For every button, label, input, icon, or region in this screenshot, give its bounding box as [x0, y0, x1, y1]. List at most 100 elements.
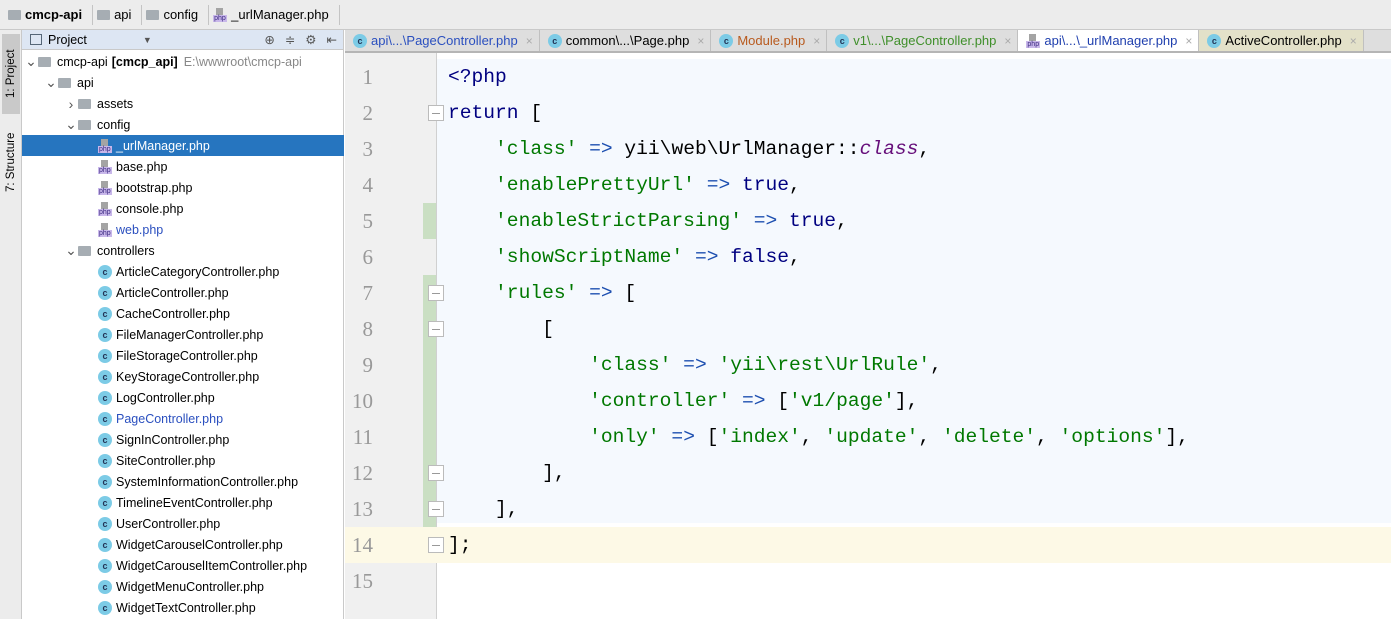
chevron-down-icon[interactable]: ⌄ [64, 116, 78, 133]
tree-item-label: _urlManager.php [116, 138, 210, 153]
code-editor[interactable]: 1 <?php 2 return [3 'class' => yii\web\UrlM… [345, 53, 1391, 619]
breadcrumb-item[interactable]: _urlManager.php [213, 4, 340, 25]
code-token: , [836, 210, 848, 232]
editor-tab[interactable]: c common\...\Page.php × [540, 30, 712, 51]
close-icon[interactable]: × [813, 34, 820, 48]
class-icon: c [1207, 33, 1222, 48]
code-token: 'options' [1059, 426, 1166, 448]
editor-tab[interactable]: c Module.php × [711, 30, 828, 51]
code-token: [ [706, 426, 719, 448]
tab-label: api\...\PageController.php [371, 33, 518, 48]
tree-item-label: web.php [116, 222, 164, 237]
editor-tab[interactable]: c api\...\PageController.php × [345, 30, 540, 51]
close-icon[interactable]: × [1350, 34, 1357, 48]
project-panel: Project ▼ ⊕ ≑ ⚙ ⇤ ⌄ cmcp-api [cmcp_api] E:… [22, 30, 344, 619]
editor-tab[interactable]: c ActiveController.php × [1199, 30, 1364, 51]
tree-item[interactable]: c UserController.php [22, 513, 344, 534]
tool-window-strip: 1: Project 7: Structure [0, 30, 22, 619]
tree-item[interactable]: base.php [22, 156, 344, 177]
tree-item[interactable]: c WidgetTextController.php [22, 597, 344, 618]
code-line: 9 'class' => 'yii\rest\UrlRule', [345, 347, 1391, 383]
fold-icon[interactable] [428, 285, 444, 301]
tree-item[interactable]: c TimelineEventController.php [22, 492, 344, 513]
gear-icon[interactable]: ⚙ [305, 32, 316, 47]
fold-icon[interactable] [428, 537, 444, 553]
class-icon: c [98, 537, 112, 552]
tree-item[interactable]: _urlManager.php [22, 135, 344, 156]
tree-item[interactable]: c LogController.php [22, 387, 344, 408]
project-view-selector[interactable]: Project [48, 33, 87, 47]
tree-item-label: controllers [97, 243, 155, 258]
code-token: [ [777, 390, 790, 412]
tree-item-label: bootstrap.php [116, 180, 193, 195]
tree-item[interactable]: bootstrap.php [22, 177, 344, 198]
fold-icon[interactable] [428, 105, 444, 121]
breadcrumb-item[interactable]: config [146, 4, 210, 25]
tree-item[interactable]: › assets [22, 93, 344, 114]
folder-icon [78, 245, 91, 256]
close-icon[interactable]: × [1004, 34, 1011, 48]
chevron-down-icon[interactable]: ⌄ [64, 242, 78, 259]
tree-item[interactable]: ⌄ config [22, 114, 344, 135]
collapse-all-icon[interactable]: ≑ [285, 32, 295, 47]
code-token: [ [530, 102, 543, 124]
class-icon: c [719, 33, 734, 48]
breadcrumb-label: config [163, 7, 199, 22]
chevron-right-icon[interactable]: › [64, 96, 78, 112]
code-line: 12 ], [345, 455, 1391, 491]
tree-item[interactable]: console.php [22, 198, 344, 219]
hide-panel-icon[interactable]: ⇤ [327, 32, 337, 47]
tree-item-label: cmcp-api [57, 54, 108, 69]
fold-icon[interactable] [428, 501, 444, 517]
tree-item[interactable]: ⌄ controllers [22, 240, 344, 261]
code-token: 'delete' [941, 426, 1037, 448]
code-token: ], [448, 462, 566, 484]
tree-item[interactable]: c SystemInformationController.php [22, 471, 344, 492]
chevron-down-icon[interactable]: ⌄ [24, 53, 38, 70]
chevron-down-icon[interactable]: ⌄ [44, 74, 58, 91]
tree-item[interactable]: c SiteController.php [22, 450, 344, 471]
tree-item[interactable]: c SignInController.php [22, 429, 344, 450]
code-text: 'controller' => ['v1/page'], [448, 383, 918, 419]
tree-item-label: KeyStorageController.php [116, 369, 260, 384]
code-text: ]; [448, 527, 472, 563]
chevron-down-icon[interactable]: ▼ [143, 35, 152, 45]
code-line: 6 'showScriptName' => false, [345, 239, 1391, 275]
class-icon: c [98, 390, 112, 405]
close-icon[interactable]: × [1185, 34, 1192, 48]
close-icon[interactable]: × [697, 34, 704, 48]
code-token: true [741, 174, 790, 196]
tree-item[interactable]: web.php [22, 219, 344, 240]
code-line: 7 'rules' => [ [345, 275, 1391, 311]
tree-item[interactable]: c ArticleCategoryController.php [22, 261, 344, 282]
tree-item[interactable]: c FileStorageController.php [22, 345, 344, 366]
locate-icon[interactable]: ⊕ [264, 32, 274, 47]
close-icon[interactable]: × [526, 34, 533, 48]
php-file-icon [98, 180, 112, 195]
tree-item[interactable]: c WidgetCarouselItemController.php [22, 555, 344, 576]
breadcrumb-item[interactable]: api [97, 4, 143, 25]
tree-item-label: CacheController.php [116, 306, 230, 321]
tree-item[interactable]: c ArticleController.php [22, 282, 344, 303]
tree-item[interactable]: c KeyStorageController.php [22, 366, 344, 387]
editor-tab[interactable]: c v1\...\PageController.php × [827, 30, 1019, 51]
tree-item[interactable]: c WidgetMenuController.php [22, 576, 344, 597]
fold-icon[interactable] [428, 321, 444, 337]
breadcrumb-label: cmcp-api [25, 7, 83, 22]
code-token: => [577, 138, 625, 160]
editor-tab[interactable]: api\...\_urlManager.php × [1018, 30, 1200, 51]
tree-item[interactable]: c FileManagerController.php [22, 324, 344, 345]
code-line: 3 'class' => yii\web\UrlManager::class, [345, 131, 1391, 167]
breadcrumb-item[interactable]: cmcp-api [8, 4, 94, 25]
tree-item[interactable]: c CacheController.php [22, 303, 344, 324]
tree-item[interactable]: c PageController.php [22, 408, 344, 429]
tree-item[interactable]: ⌄ cmcp-api [cmcp_api] E:\wwwroot\cmcp-api [22, 51, 344, 72]
code-token: 'v1/page' [789, 390, 895, 412]
php-file-icon [1026, 33, 1041, 48]
tree-item[interactable]: ⌄ api [22, 72, 344, 93]
tree-item[interactable]: c WidgetCarouselController.php [22, 534, 344, 555]
structure-tool-tab[interactable]: 7: Structure [2, 122, 20, 202]
fold-icon[interactable] [428, 465, 444, 481]
code-token: [ [624, 282, 637, 304]
project-tool-tab[interactable]: 1: Project [2, 34, 20, 114]
